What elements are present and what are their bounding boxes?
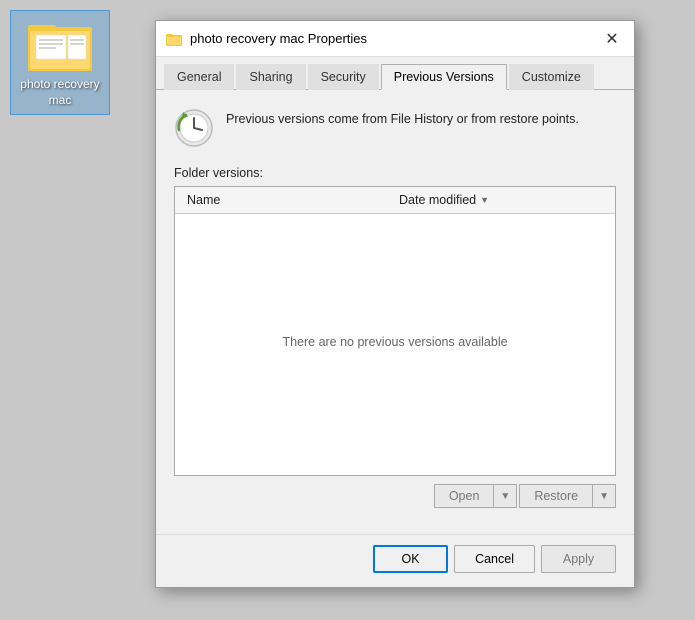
tab-general[interactable]: General bbox=[164, 64, 234, 90]
previous-versions-icon bbox=[174, 108, 214, 148]
close-button[interactable]: ✕ bbox=[600, 27, 624, 51]
apply-button[interactable]: Apply bbox=[541, 545, 616, 573]
folder-versions-label: Folder versions: bbox=[174, 166, 616, 180]
column-date-modified: Date modified ▼ bbox=[395, 191, 607, 209]
cancel-button[interactable]: Cancel bbox=[454, 545, 535, 573]
folder-label: photo recovery mac bbox=[17, 77, 103, 108]
tab-bar: General Sharing Security Previous Versio… bbox=[156, 57, 634, 90]
tab-customize[interactable]: Customize bbox=[509, 64, 594, 90]
open-dropdown-arrow[interactable]: ▼ bbox=[493, 484, 517, 508]
version-action-buttons: Open ▼ Restore ▼ bbox=[174, 484, 616, 508]
restore-split-button: Restore ▼ bbox=[519, 484, 616, 508]
open-button[interactable]: Open bbox=[434, 484, 494, 508]
tab-previous-versions[interactable]: Previous Versions bbox=[381, 64, 507, 90]
title-bar-folder-icon bbox=[166, 31, 182, 47]
tab-security[interactable]: Security bbox=[308, 64, 379, 90]
ok-button[interactable]: OK bbox=[373, 545, 448, 573]
versions-table: Name Date modified ▼ There are no previo… bbox=[174, 186, 616, 476]
restore-button[interactable]: Restore bbox=[519, 484, 592, 508]
column-name: Name bbox=[183, 191, 395, 209]
folder-icon[interactable]: photo recovery mac bbox=[10, 10, 110, 115]
tab-sharing[interactable]: Sharing bbox=[236, 64, 305, 90]
open-split-button: Open ▼ bbox=[434, 484, 518, 508]
table-body: There are no previous versions available bbox=[175, 214, 615, 470]
folder-image bbox=[28, 17, 92, 73]
info-description: Previous versions come from File History… bbox=[226, 108, 579, 129]
sort-arrow-icon: ▼ bbox=[480, 195, 489, 205]
tab-content: Previous versions come from File History… bbox=[156, 90, 634, 534]
restore-dropdown-arrow[interactable]: ▼ bbox=[592, 484, 616, 508]
dialog-footer: OK Cancel Apply bbox=[156, 534, 634, 587]
properties-dialog: photo recovery mac Properties ✕ General … bbox=[155, 20, 635, 588]
desktop: photo recovery mac photo recovery mac Pr… bbox=[0, 0, 695, 620]
empty-table-message: There are no previous versions available bbox=[282, 335, 507, 349]
dialog-title: photo recovery mac Properties bbox=[190, 31, 600, 46]
table-header: Name Date modified ▼ bbox=[175, 187, 615, 214]
title-bar: photo recovery mac Properties ✕ bbox=[156, 21, 634, 57]
info-section: Previous versions come from File History… bbox=[174, 108, 616, 148]
